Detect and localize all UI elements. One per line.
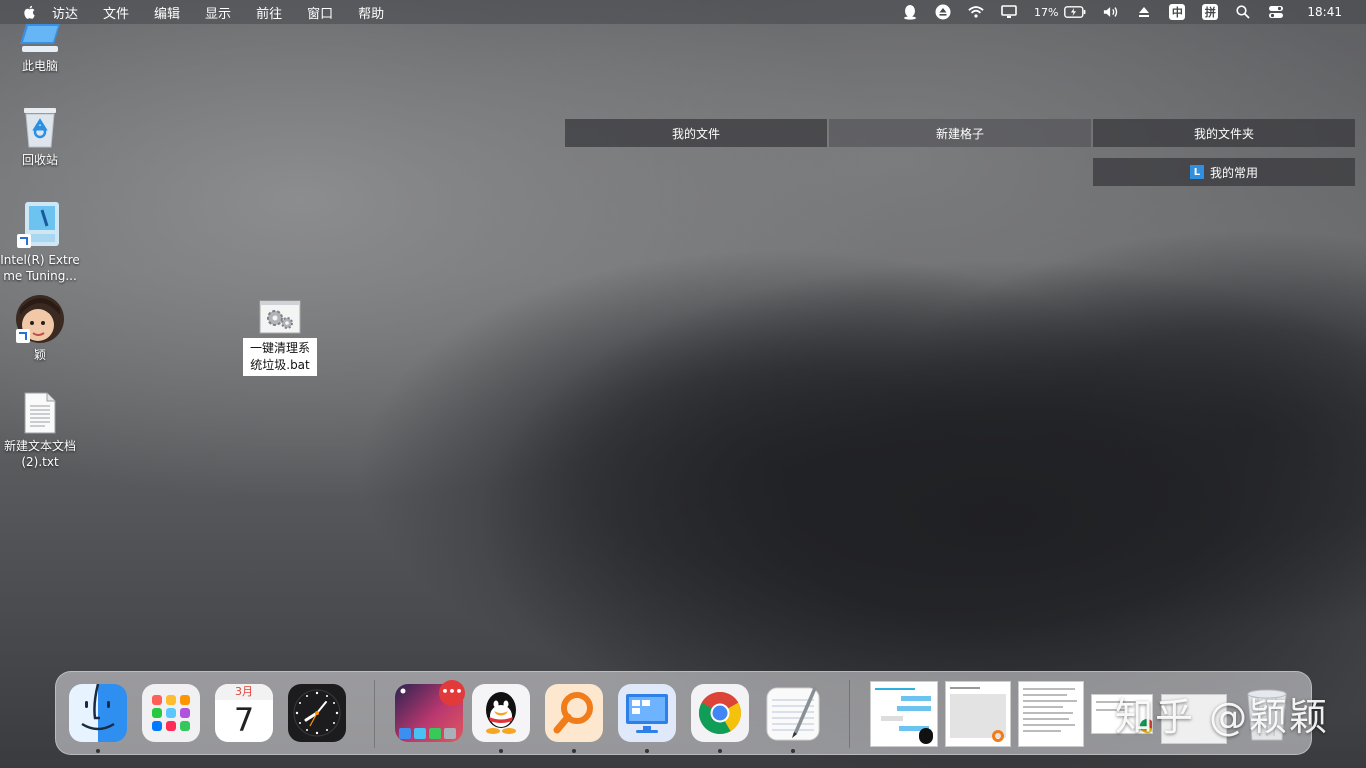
shortcut-arrow-icon [16,329,30,343]
desktop-icon-ying[interactable]: 颖 [0,295,80,363]
menu-window[interactable]: 窗口 [307,3,333,22]
desktop-icon-label: 颖 [33,348,46,362]
running-indicator [791,749,795,753]
qq-tray-icon[interactable] [902,4,918,20]
fence-title: 我的文件 [671,126,720,141]
menu-go[interactable]: 前往 [256,3,282,22]
shortcut-arrow-icon [17,234,31,248]
desktop-icon-clean-bat[interactable]: 一键清理系统垃圾.bat [240,300,320,376]
volume-icon[interactable] [1103,4,1119,20]
chrome-icon[interactable] [691,684,749,742]
desktop-icon-label: 新建文本文档 (2).txt [3,439,76,469]
menu-bar: 访达 文件 编辑 显示 前往 窗口 帮助 17% 中 拼 18:41 [0,0,1366,24]
control-center-icon[interactable] [1268,4,1284,20]
menu-help[interactable]: 帮助 [358,3,384,22]
menu-file[interactable]: 文件 [103,3,129,22]
running-indicator [645,749,649,753]
batch-file-gear-icon [259,300,301,334]
desktop-icon-label: 回收站 [21,153,58,167]
apple-logo-icon[interactable] [22,4,38,20]
computer-icon [18,24,62,54]
fence-my-files[interactable]: 我的文件 [565,119,827,147]
running-indicator [96,749,100,753]
fence-my-folder[interactable]: 我的文件夹 [1093,119,1355,147]
textedit-icon[interactable] [764,684,822,742]
zhihu-watermark: 知乎 @颖颖 [1115,695,1330,739]
desktop-icon-label: 一键清理系统垃圾.bat [243,338,317,376]
wifi-icon[interactable] [968,4,984,20]
qq-small-icon [919,728,933,744]
desktop-icon-new-text-doc[interactable]: 新建文本文档 (2).txt [0,392,80,470]
search-small-icon [992,730,1004,742]
avatar-photo-icon [16,295,64,343]
intel-xtu-icon [17,200,63,248]
battery-percent: 17% [1033,5,1059,19]
eject-circle-icon[interactable] [935,4,951,20]
spotlight-search-icon[interactable] [1235,4,1251,20]
dock-separator [374,680,375,748]
calendar-month: 3月 [215,684,273,700]
eject-icon[interactable] [1136,4,1152,20]
qq-icon[interactable] [472,684,530,742]
calendar-icon[interactable]: 3月 7 [215,684,273,742]
menu-edit[interactable]: 编辑 [154,3,180,22]
running-indicator [499,749,503,753]
minimized-window-textedit[interactable] [1018,681,1084,747]
fence-new-grid[interactable]: 新建格子 [829,119,1091,147]
desktop-icon-intel-xtu[interactable]: Intel(R) Extreme Tuning... [0,200,80,284]
text-file-icon [23,392,57,434]
running-indicator [718,749,722,753]
display-icon[interactable] [1001,4,1017,20]
desktop-icon-this-pc[interactable]: 此电脑 [0,24,80,74]
clock-app-icon[interactable] [288,684,346,742]
theme-app-icon[interactable]: ••• [395,680,465,742]
fence-title: 我的常用 [1209,165,1258,180]
notification-badge: ••• [439,680,465,706]
finder-icon[interactable] [69,683,127,742]
desktop-icon-label: Intel(R) Extreme Tuning... [0,253,80,283]
search-tool-icon[interactable] [545,684,603,742]
menu-finder[interactable]: 访达 [52,3,78,22]
minimized-window-qq-chat[interactable] [870,681,938,747]
recycle-bin-icon [20,106,60,148]
calendar-day: 7 [233,701,255,739]
minimized-window-search[interactable] [945,681,1011,747]
running-indicator [572,749,576,753]
favorites-l-icon: L [1189,165,1204,179]
launchpad-icon[interactable] [142,684,200,742]
battery-charging-icon[interactable] [1064,4,1086,20]
ime-pinyin-icon[interactable]: 拼 [1202,4,1219,20]
ime-chinese-icon[interactable]: 中 [1169,4,1186,20]
fence-title: 新建格子 [935,126,984,141]
remote-desktop-icon[interactable] [618,684,676,742]
clock[interactable]: 18:41 [1307,5,1342,19]
fence-title: 我的文件夹 [1193,126,1254,141]
desktop-icon-label: 此电脑 [21,59,58,73]
status-tray: 17% 中 拼 18:41 [902,0,1366,24]
desktop-icon-recycle-bin[interactable]: 回收站 [0,106,80,168]
menu-view[interactable]: 显示 [205,3,231,22]
dock-separator [849,680,850,748]
fence-my-favorites[interactable]: L 我的常用 [1093,158,1355,186]
